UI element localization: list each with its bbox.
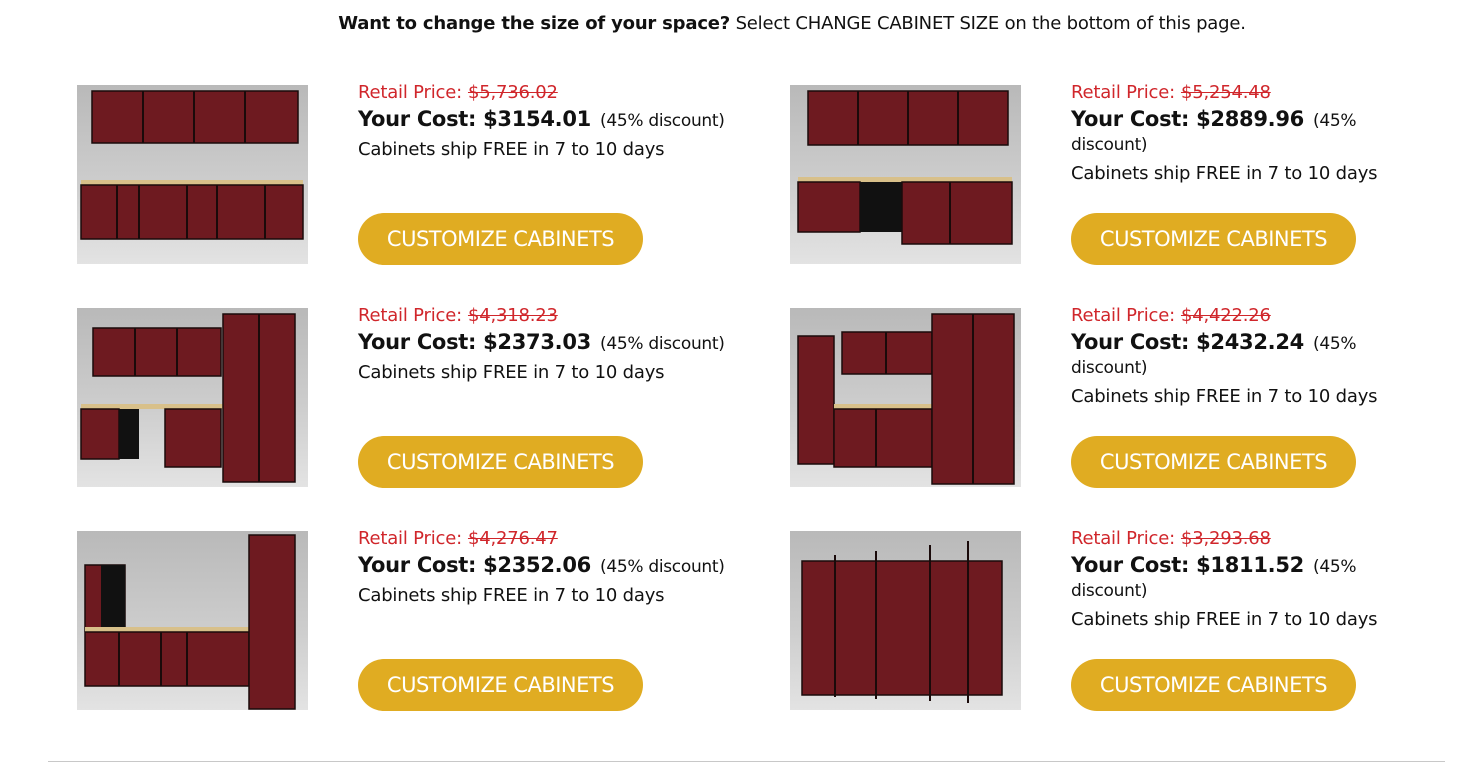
customize-cabinets-button[interactable]: CUSTOMIZE CABINETS	[358, 659, 643, 711]
cost-line: Your Cost: $2352.06 (45% discount)	[358, 553, 778, 577]
discount: (45% discount)	[600, 334, 725, 354]
cost-label: Your Cost:	[358, 107, 477, 131]
product-info: Retail Price: $3,293.68 Your Cost: $1811.…	[1071, 528, 1437, 711]
retail-price-line: Retail Price: $5,254.48	[1071, 82, 1437, 103]
cost-line: Your Cost: $1811.52 (45% discount)	[1071, 553, 1437, 601]
shipping-text: Cabinets ship FREE in 7 to 10 days	[358, 139, 665, 160]
cost-label: Your Cost:	[1071, 330, 1190, 354]
shipping-text: Cabinets ship FREE in 7 to 10 days	[358, 585, 665, 606]
retail-label: Retail Price:	[1071, 528, 1175, 549]
cost-label: Your Cost:	[1071, 553, 1190, 577]
cost-label: Your Cost:	[358, 330, 477, 354]
product-info: Retail Price: $5,254.48 Your Cost: $2889.…	[1071, 82, 1437, 265]
shipping-text: Cabinets ship FREE in 7 to 10 days	[1071, 609, 1378, 630]
cost-line: Your Cost: $2889.96 (45% discount)	[1071, 107, 1437, 155]
cost-value: $2889.96	[1196, 107, 1304, 131]
divider	[48, 761, 1445, 762]
retail-price: $5,736.02	[467, 82, 558, 103]
intro-bold: Want to change the size of your space?	[338, 13, 731, 34]
cost-label: Your Cost:	[358, 553, 477, 577]
retail-price: $4,422.26	[1180, 305, 1271, 326]
discount: (45% discount)	[600, 557, 725, 577]
product-card: Retail Price: $5,254.48 Your Cost: $2889.…	[790, 82, 1437, 265]
customize-cabinets-button[interactable]: CUSTOMIZE CABINETS	[1071, 436, 1356, 488]
retail-label: Retail Price:	[358, 82, 462, 103]
intro-text: Want to change the size of your space? S…	[0, 13, 1474, 34]
cost-value: $2373.03	[483, 330, 591, 354]
product-card: Retail Price: $4,276.47 Your Cost: $2352.…	[77, 528, 790, 711]
retail-price-line: Retail Price: $4,276.47	[358, 528, 778, 549]
cost-line: Your Cost: $2373.03 (45% discount)	[358, 330, 778, 354]
product-info: Retail Price: $4,422.26 Your Cost: $2432.…	[1071, 305, 1437, 488]
customize-cabinets-button[interactable]: CUSTOMIZE CABINETS	[358, 213, 643, 265]
retail-price: $3,293.68	[1180, 528, 1271, 549]
customize-cabinets-button[interactable]: CUSTOMIZE CABINETS	[1071, 659, 1356, 711]
retail-price: $5,254.48	[1180, 82, 1271, 103]
cost-label: Your Cost:	[1071, 107, 1190, 131]
retail-price: $4,318.23	[467, 305, 558, 326]
shipping-text: Cabinets ship FREE in 7 to 10 days	[1071, 386, 1378, 407]
retail-price: $4,276.47	[467, 528, 558, 549]
product-info: Retail Price: $5,736.02 Your Cost: $3154.…	[358, 82, 778, 265]
product-card: Retail Price: $5,736.02 Your Cost: $3154.…	[77, 82, 790, 265]
retail-price-line: Retail Price: $4,422.26	[1071, 305, 1437, 326]
product-image[interactable]	[77, 531, 308, 710]
retail-label: Retail Price:	[358, 305, 462, 326]
cost-line: Your Cost: $3154.01 (45% discount)	[358, 107, 778, 131]
intro-rest: Select CHANGE CABINET SIZE on the bottom…	[730, 13, 1246, 34]
product-image[interactable]	[77, 85, 308, 264]
product-info: Retail Price: $4,318.23 Your Cost: $2373.…	[358, 305, 778, 488]
retail-label: Retail Price:	[1071, 82, 1175, 103]
product-image[interactable]	[790, 85, 1021, 264]
cost-value: $3154.01	[483, 107, 591, 131]
cost-line: Your Cost: $2432.24 (45% discount)	[1071, 330, 1437, 378]
customize-cabinets-button[interactable]: CUSTOMIZE CABINETS	[358, 436, 643, 488]
cost-value: $2352.06	[483, 553, 591, 577]
product-card: Retail Price: $3,293.68 Your Cost: $1811.…	[790, 528, 1437, 711]
retail-price-line: Retail Price: $3,293.68	[1071, 528, 1437, 549]
product-image[interactable]	[790, 308, 1021, 487]
cost-value: $2432.24	[1196, 330, 1304, 354]
product-card: Retail Price: $4,318.23 Your Cost: $2373.…	[77, 305, 790, 488]
product-image[interactable]	[790, 531, 1021, 710]
product-info: Retail Price: $4,276.47 Your Cost: $2352.…	[358, 528, 778, 711]
shipping-text: Cabinets ship FREE in 7 to 10 days	[358, 362, 665, 383]
customize-cabinets-button[interactable]: CUSTOMIZE CABINETS	[1071, 213, 1356, 265]
discount: (45% discount)	[600, 111, 725, 131]
retail-label: Retail Price:	[1071, 305, 1175, 326]
retail-price-line: Retail Price: $4,318.23	[358, 305, 778, 326]
product-grid: Retail Price: $5,736.02 Your Cost: $3154.…	[77, 82, 1437, 711]
retail-price-line: Retail Price: $5,736.02	[358, 82, 778, 103]
product-card: Retail Price: $4,422.26 Your Cost: $2432.…	[790, 305, 1437, 488]
retail-label: Retail Price:	[358, 528, 462, 549]
product-image[interactable]	[77, 308, 308, 487]
shipping-text: Cabinets ship FREE in 7 to 10 days	[1071, 163, 1378, 184]
cost-value: $1811.52	[1196, 553, 1304, 577]
